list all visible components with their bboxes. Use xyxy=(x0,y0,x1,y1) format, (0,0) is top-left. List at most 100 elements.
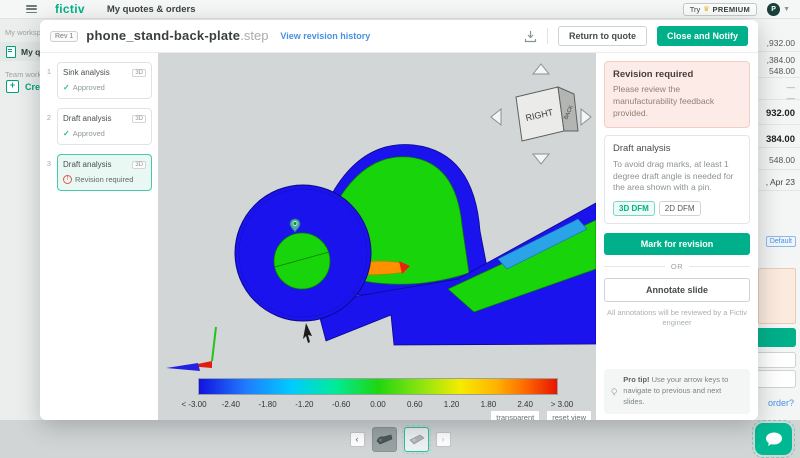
slide-number: 1 xyxy=(46,67,52,76)
file-extension: .step xyxy=(240,28,269,43)
premium-label: PREMIUM xyxy=(712,4,751,14)
return-to-quote-button[interactable]: Return to quote xyxy=(557,26,647,46)
slide-status: Approved xyxy=(72,83,105,92)
view-revision-history-link[interactable]: View revision history xyxy=(280,31,370,41)
prev-slide-button[interactable]: ‹ xyxy=(349,431,365,447)
alert-title: Revision required xyxy=(613,69,694,80)
rotate-up-arrow[interactable] xyxy=(531,63,551,75)
total-fragment: 932.00 xyxy=(765,108,795,119)
axis-triad xyxy=(166,326,217,371)
alert-body: Please review the manufacturability feed… xyxy=(613,84,715,118)
check-icon: ✓ xyxy=(63,129,70,138)
transparent-button[interactable]: transparent xyxy=(490,410,541,420)
close-and-notify-button[interactable]: Close and Notify xyxy=(656,26,748,46)
secondary-button-fragment[interactable] xyxy=(756,352,796,368)
top-bar: fictiv My quotes & orders Try ♛ PREMIUM … xyxy=(0,0,800,19)
scale-tick: 2.40 xyxy=(517,400,533,409)
analysis-slide-list: 1 Sink analysis 3D ✓ Approved 2 Draft an… xyxy=(40,53,158,420)
slide-thumbnail-current[interactable] xyxy=(371,426,397,452)
slide-title: Draft analysis xyxy=(63,160,112,169)
dash-fragment: — xyxy=(786,82,796,92)
dfm-review-modal: Rev 1 phone_stand-back-plate.step View r… xyxy=(40,20,758,420)
price-fragment: 548.00 xyxy=(769,66,795,76)
view-cube[interactable]: RIGHT BACK xyxy=(486,57,596,169)
scale-tick: 0.60 xyxy=(406,400,423,409)
scale-tick: 0.00 xyxy=(370,400,386,409)
scale-tick: 1.20 xyxy=(443,400,460,409)
scale-tick: -1.80 xyxy=(258,400,277,409)
annotation-note: All annotations will be reviewed by a Fi… xyxy=(606,308,748,328)
scale-tick: 1.80 xyxy=(480,400,497,409)
scale-tick: -2.40 xyxy=(221,400,240,409)
revision-required-alert: Revision required Please review the manu… xyxy=(604,61,750,128)
protip-label: Pro tip! xyxy=(623,375,650,385)
quote-doc-icon xyxy=(6,45,16,58)
download-icon[interactable] xyxy=(524,30,537,43)
slide-status: Revision required xyxy=(75,175,134,184)
part-thumbnail-icon xyxy=(376,434,392,444)
modal-header: Rev 1 phone_stand-back-plate.step View r… xyxy=(40,20,758,53)
scale-tick: < -3.00 xyxy=(181,400,207,409)
list-item[interactable]: 2 Draft analysis 3D ✓ Approved xyxy=(44,108,152,145)
fictiv-logo[interactable]: fictiv xyxy=(55,2,85,16)
avatar[interactable]: P xyxy=(767,2,781,16)
crown-icon: ♛ xyxy=(703,6,710,13)
page-title: My quotes & orders xyxy=(106,3,196,15)
list-item-selected[interactable]: 3 Draft analysis 3D ! Revision required xyxy=(44,154,152,191)
dfm-3d-toggle[interactable]: 3D DFM xyxy=(613,201,655,217)
3d-badge: 3D xyxy=(132,68,146,77)
date-fragment: , Apr 23 xyxy=(765,177,795,187)
rotate-left-arrow[interactable] xyxy=(490,107,502,127)
scale-tick: -0.60 xyxy=(332,400,351,409)
hamburger-menu-icon[interactable] xyxy=(26,5,37,13)
secondary-button-fragment[interactable] xyxy=(756,370,796,388)
file-name: phone_stand-back-plate xyxy=(86,28,241,43)
next-slide-button[interactable]: › xyxy=(435,431,451,447)
scale-tick: -1.20 xyxy=(295,400,314,409)
or-divider: OR xyxy=(604,262,750,271)
help-link-fragment[interactable]: order? xyxy=(768,398,794,408)
draft-analysis-card: Draft analysis To avoid drag marks, at l… xyxy=(604,134,750,225)
analysis-title: Draft analysis xyxy=(613,142,671,154)
slide-nav-bar: ‹ › xyxy=(0,420,800,458)
slide-status: Approved xyxy=(72,129,105,138)
slide-title: Sink analysis xyxy=(63,68,110,77)
or-label: OR xyxy=(670,262,684,272)
heatmap-scale-labels: < -3.00 -2.40 -1.80 -1.20 -0.60 0.00 0.6… xyxy=(180,400,576,409)
lightbulb-icon xyxy=(611,388,617,396)
rotate-right-arrow[interactable] xyxy=(580,107,592,127)
slide-title: Draft analysis xyxy=(63,114,112,123)
try-premium-button[interactable]: Try ♛ PREMIUM xyxy=(682,2,758,16)
chat-bubble-icon xyxy=(765,432,782,446)
list-item[interactable]: 1 Sink analysis 3D ✓ Approved xyxy=(44,62,152,99)
3d-badge: 3D xyxy=(132,114,146,123)
analysis-body: To avoid drag marks, at least 1 degree d… xyxy=(613,158,734,193)
error-icon: ! xyxy=(63,175,72,184)
annotate-slide-button[interactable]: Annotate slide xyxy=(604,278,750,303)
rotate-down-arrow[interactable] xyxy=(531,153,551,165)
dash-fragment: — xyxy=(786,93,796,103)
chevron-down-icon: ▼ xyxy=(783,5,790,13)
primary-button-fragment[interactable] xyxy=(756,328,796,347)
3d-viewport[interactable]: RIGHT BACK < -3.00 -2.40 -1.80 -1.20 -0.… xyxy=(158,53,596,420)
revision-badge: Rev 1 xyxy=(50,30,79,42)
total-fragment: 384.00 xyxy=(765,134,795,145)
scale-tick: > 3.00 xyxy=(550,400,574,409)
price-fragment: ,932.00 xyxy=(766,38,795,48)
dfm-2d-toggle[interactable]: 2D DFM xyxy=(658,201,701,217)
mark-for-revision-button[interactable]: Mark for revision xyxy=(604,233,750,256)
reset-view-button[interactable]: reset view xyxy=(546,410,592,420)
warning-box-fragment xyxy=(758,268,796,324)
chat-button[interactable] xyxy=(752,420,795,458)
slide-thumbnail-selected[interactable] xyxy=(401,424,431,454)
slide-number: 2 xyxy=(46,113,52,122)
heatmap-scale-bar xyxy=(198,378,558,395)
check-icon: ✓ xyxy=(63,83,70,92)
default-badge: Default xyxy=(765,236,796,247)
divider xyxy=(546,28,548,44)
pro-tip: Pro tip! Use your arrow keys to navigate… xyxy=(604,369,750,414)
try-label: Try xyxy=(689,4,701,14)
price-fragment: 548.00 xyxy=(769,155,795,165)
dfm-toggle: 3D DFM 2D DFM xyxy=(613,201,741,217)
account-menu[interactable]: P ▼ xyxy=(767,2,790,16)
